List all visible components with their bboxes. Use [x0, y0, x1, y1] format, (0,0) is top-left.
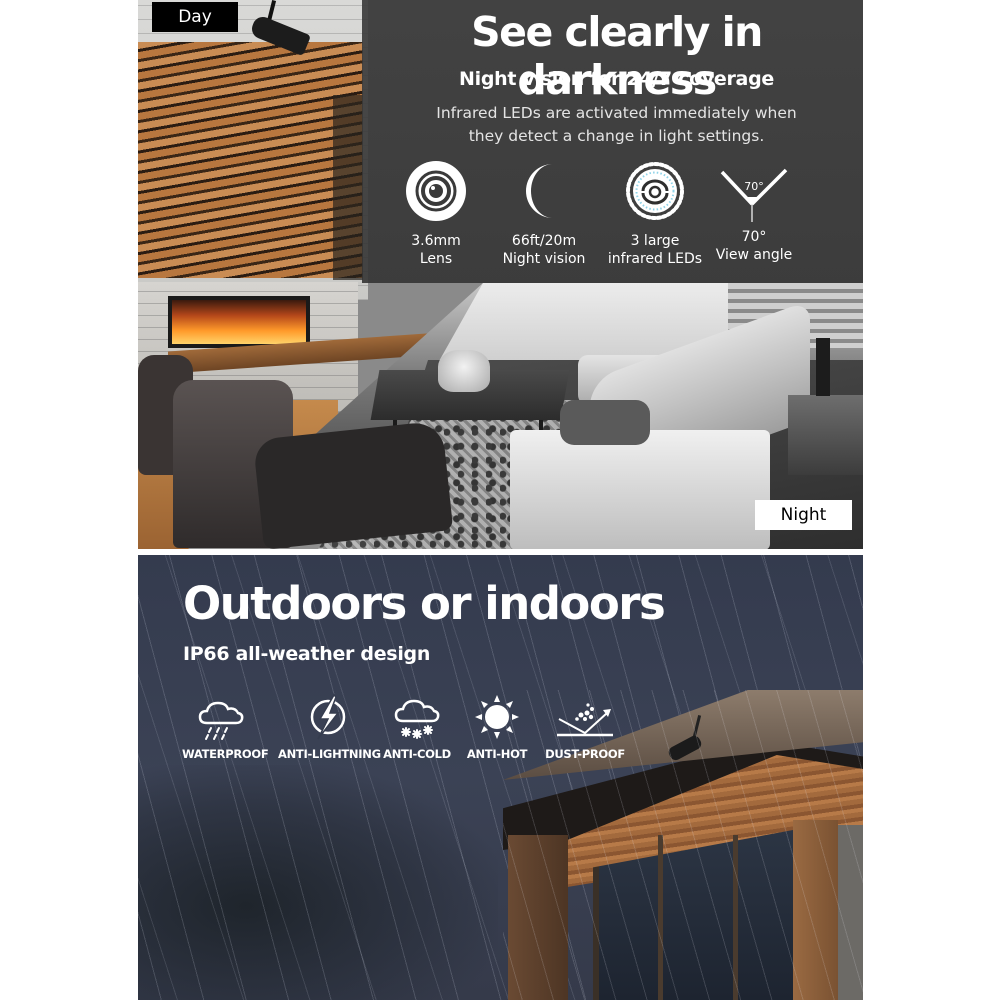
decor-sculpture: [438, 350, 490, 392]
night-label: Night: [755, 500, 852, 530]
armchair-seat: [252, 420, 454, 549]
fire-flames: [172, 300, 306, 344]
feature-waterproof: WATERPROOF: [182, 693, 269, 761]
sofa-cushion: [560, 400, 650, 445]
side-table: [788, 395, 863, 475]
sun-icon: [475, 695, 519, 739]
dust-deflect-icon: [557, 703, 613, 737]
description-line-1: Infrared LEDs are activated immediately …: [436, 104, 797, 122]
sofa-base: [510, 430, 770, 549]
anti-hot-label: ANTI-HOT: [466, 747, 528, 761]
feature-lens-label: Lens: [419, 251, 453, 267]
wall-shadow: [333, 95, 363, 280]
table-lamp: [816, 338, 830, 396]
bottom-subheadline: IP66 all-weather design: [183, 643, 431, 665]
feature-lens-value: 3.6mm: [411, 233, 461, 249]
feature-view-angle-value: 70°: [741, 229, 767, 245]
description-line-2: they detect a change in light settings.: [468, 127, 765, 145]
feature-view-angle: 70° 70° View angle: [694, 160, 814, 264]
day-label: Day: [152, 2, 238, 32]
waterproof-label: WATERPROOF: [182, 747, 269, 761]
rain-cloud-icon: [198, 701, 244, 740]
feature-anti-cold: ANTI-COLD: [381, 693, 453, 761]
lightning-icon: [310, 693, 346, 740]
crescent-moon-icon: [525, 164, 553, 218]
feature-anti-lightning: ANTI-LIGHTNING: [278, 693, 381, 761]
fireplace-image: [168, 296, 310, 348]
wood-slat-wall-image: [138, 42, 363, 278]
info-overlay: See clearly in darkness Night vision for…: [362, 0, 863, 283]
subheadline: Night vision for 24/7 coverage: [459, 68, 774, 90]
feature-night-vision-value: 66ft/20m: [511, 233, 577, 249]
feature-night-vision-label: Night vision: [502, 251, 586, 267]
bottom-headline: Outdoors or indoors: [183, 577, 666, 630]
view-angle-icon: 70°: [720, 168, 788, 222]
anti-cold-label: ANTI-COLD: [383, 747, 451, 761]
camera-lens-icon: [406, 161, 466, 221]
dust-proof-label: DUST-PROOF: [545, 747, 625, 761]
feature-night-vision: 66ft/20m Night vision: [484, 160, 604, 268]
feature-dust-proof: DUST-PROOF: [544, 693, 626, 761]
infrared-led-ring-icon: [626, 162, 684, 220]
night-vision-banner: Day Night See clearly in darkness Night …: [138, 0, 863, 549]
angle-badge: 70°: [744, 180, 764, 193]
snow-cloud-icon: [394, 699, 440, 739]
feature-anti-hot: ANTI-HOT: [465, 693, 529, 761]
anti-lightning-label: ANTI-LIGHTNING: [278, 747, 381, 761]
weatherproof-banner: Outdoors or indoors IP66 all-weather des…: [138, 555, 863, 1000]
feature-view-angle-label: View angle: [715, 247, 793, 263]
feature-lens: 3.6mm Lens: [376, 160, 496, 268]
description: Infrared LEDs are activated immediately …: [362, 102, 863, 148]
